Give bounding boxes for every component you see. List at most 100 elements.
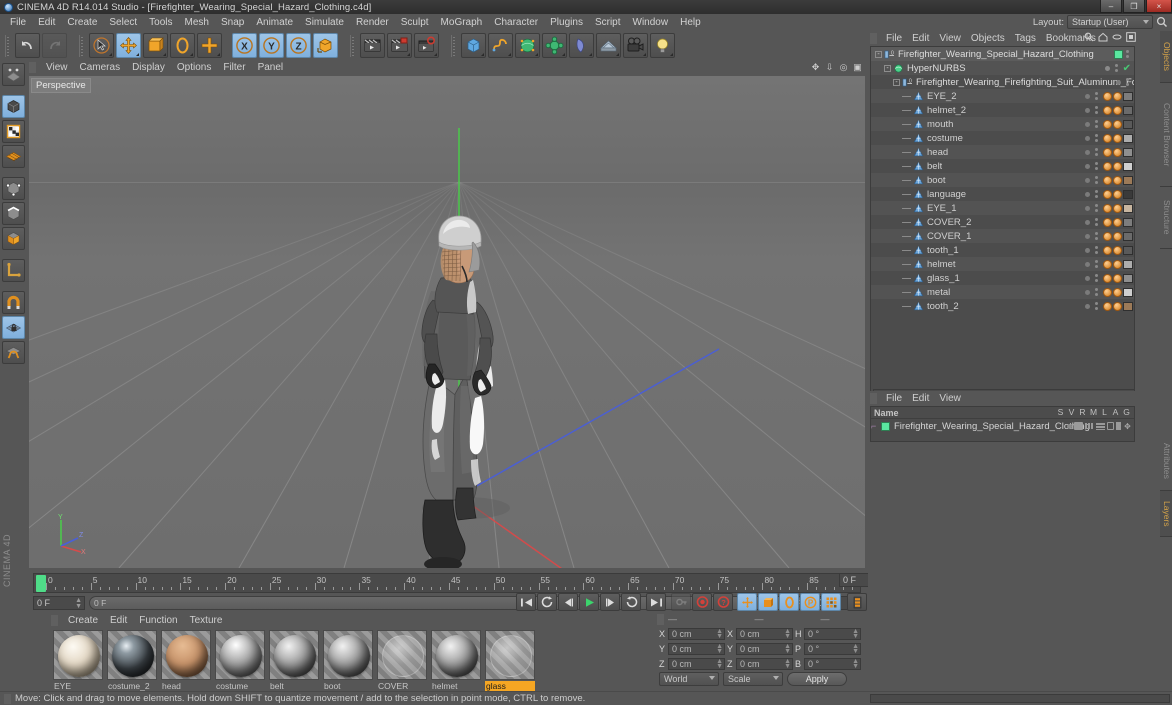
go-to-end-button[interactable] xyxy=(646,593,666,611)
material-preview[interactable] xyxy=(431,630,481,680)
add-cube-button[interactable] xyxy=(461,33,486,58)
layer-column-header[interactable]: S xyxy=(1055,407,1066,417)
texture-tag-icon[interactable] xyxy=(1123,175,1133,185)
material-tag-icon[interactable] xyxy=(1103,273,1112,283)
toolbar-grip-2[interactable] xyxy=(79,34,85,57)
visibility-dot[interactable] xyxy=(1085,93,1090,99)
texture-tag-icon[interactable] xyxy=(1123,161,1133,171)
texture-mode-button[interactable] xyxy=(2,120,25,143)
material-tag-icon[interactable] xyxy=(1113,301,1122,311)
world-object-toggle[interactable] xyxy=(313,33,338,58)
object-tags[interactable] xyxy=(1103,217,1133,227)
menu-help[interactable]: Help xyxy=(674,16,707,29)
material-tag-icon[interactable] xyxy=(1113,203,1122,213)
object-tags[interactable] xyxy=(1103,105,1133,115)
visibility-dot[interactable] xyxy=(1104,65,1110,71)
texture-tag-icon[interactable] xyxy=(1123,301,1133,311)
material-preview[interactable] xyxy=(269,630,319,680)
status-scrollbar[interactable] xyxy=(870,694,1170,703)
model-mode-button[interactable] xyxy=(2,95,25,118)
material-tag-icon[interactable] xyxy=(1113,273,1122,283)
current-frame-marker[interactable] xyxy=(36,575,46,592)
step-back-button[interactable] xyxy=(558,593,578,611)
visibility-dot[interactable] xyxy=(1085,177,1090,183)
layer-visible-icon[interactable] xyxy=(1074,422,1083,430)
material-tag-icon[interactable] xyxy=(1113,133,1122,143)
perspective-label[interactable]: Perspective xyxy=(31,78,91,93)
key-rotation-button[interactable] xyxy=(779,593,800,611)
object-row[interactable]: EYE_1 xyxy=(871,201,1134,215)
material-tag-icon[interactable] xyxy=(1113,287,1122,297)
scale-view-icon[interactable]: ⇩ xyxy=(824,62,835,73)
object-row[interactable]: helmet_2 xyxy=(871,103,1134,117)
object-row[interactable]: belt xyxy=(871,159,1134,173)
visibility-dot[interactable] xyxy=(1085,205,1090,211)
menu-sculpt[interactable]: Sculpt xyxy=(395,16,435,29)
rotate-tool[interactable] xyxy=(170,33,195,58)
visibility-dot[interactable] xyxy=(1085,247,1090,253)
layer-column-header[interactable]: R xyxy=(1077,407,1088,417)
material-tag-icon[interactable] xyxy=(1103,147,1112,157)
polygon-object-icon[interactable] xyxy=(913,301,924,312)
redo-button[interactable] xyxy=(42,33,67,58)
go-to-start-button[interactable] xyxy=(516,593,536,611)
material-swatch[interactable]: head xyxy=(161,630,211,691)
toolbar-grip-4[interactable] xyxy=(451,34,457,57)
key-param-button[interactable]: P xyxy=(800,593,821,611)
texture-tag-icon[interactable] xyxy=(1123,189,1133,199)
null-object-icon[interactable]: 0 xyxy=(884,49,895,60)
polygons-mode-button[interactable] xyxy=(2,227,25,250)
polygon-object-icon[interactable] xyxy=(913,91,924,102)
material-tag-icon[interactable] xyxy=(1113,175,1122,185)
object-row[interactable]: tooth_1 xyxy=(871,243,1134,257)
material-menu-edit[interactable]: Edit xyxy=(104,615,133,626)
material-preview[interactable] xyxy=(107,630,157,680)
key-pla-button[interactable] xyxy=(821,593,842,611)
tab-content-browser[interactable]: Content Browser xyxy=(1160,83,1172,187)
pos-x-field[interactable]: 0 cm ▲ ▼ xyxy=(668,627,725,640)
menu-animate[interactable]: Animate xyxy=(250,16,299,29)
visibility-dot[interactable] xyxy=(1085,261,1090,267)
material-tag-icon[interactable] xyxy=(1103,231,1112,241)
render-settings-button[interactable] xyxy=(414,33,439,58)
object-row[interactable]: glass_1 xyxy=(871,271,1134,285)
material-tag-icon[interactable] xyxy=(1103,189,1112,199)
obj-menu-edit[interactable]: Edit xyxy=(907,33,934,44)
viewport-menu-view[interactable]: View xyxy=(40,62,74,73)
material-grip[interactable] xyxy=(51,614,58,626)
visibility-toggle-dots[interactable] xyxy=(1095,302,1098,310)
material-tag-icon[interactable] xyxy=(1103,91,1112,101)
visibility-toggle-dots[interactable] xyxy=(1095,162,1098,170)
polygon-object-icon[interactable] xyxy=(913,161,924,172)
material-preview[interactable] xyxy=(323,630,373,680)
visibility-dot[interactable] xyxy=(1085,191,1090,197)
object-row[interactable]: - HyperNURBS ✔ xyxy=(871,61,1134,75)
viewport-menu-filter[interactable]: Filter xyxy=(217,62,251,73)
minimize-button[interactable]: – xyxy=(1100,0,1122,13)
home-icon[interactable] xyxy=(1098,32,1108,42)
lock-z-axis[interactable]: Z xyxy=(286,33,311,58)
material-tag-icon[interactable] xyxy=(1113,259,1122,269)
material-tag-icon[interactable] xyxy=(1103,175,1112,185)
material-preview[interactable] xyxy=(215,630,265,680)
object-tags[interactable] xyxy=(1103,189,1133,199)
material-tag-icon[interactable] xyxy=(1113,91,1122,101)
polygon-object-icon[interactable] xyxy=(913,133,924,144)
move-view-icon[interactable]: ✥ xyxy=(810,62,821,73)
texture-tag-icon[interactable] xyxy=(1123,259,1133,269)
polygon-object-icon[interactable] xyxy=(913,175,924,186)
layer-solo-dot[interactable] xyxy=(1067,423,1072,429)
material-tag-icon[interactable] xyxy=(1103,203,1112,213)
viewport-solo-button[interactable] xyxy=(2,341,25,364)
object-tags[interactable] xyxy=(1103,119,1133,129)
object-tags[interactable] xyxy=(1103,203,1133,213)
menu-plugins[interactable]: Plugins xyxy=(544,16,589,29)
viewport-menu-display[interactable]: Display xyxy=(126,62,171,73)
lock-y-axis[interactable]: Y xyxy=(259,33,284,58)
texture-tag-icon[interactable] xyxy=(1123,119,1133,129)
texture-tag-icon[interactable] xyxy=(1123,147,1133,157)
menu-simulate[interactable]: Simulate xyxy=(299,16,350,29)
texture-tag-icon[interactable] xyxy=(1123,133,1133,143)
pos-z-field[interactable]: 0 cm ▲ ▼ xyxy=(668,657,725,670)
visibility-toggle-dots[interactable] xyxy=(1095,148,1098,156)
